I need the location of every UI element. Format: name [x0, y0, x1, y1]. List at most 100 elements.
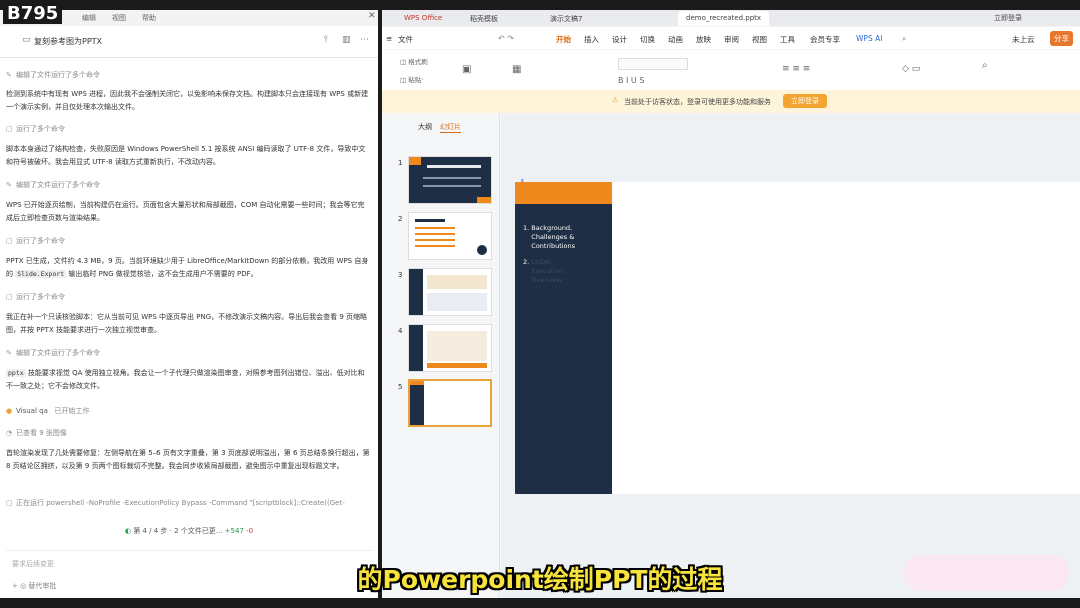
running-command[interactable]: ▢ 正在运行 powershell -NoProfile -ExecutionPo…: [6, 498, 360, 508]
activity-meta[interactable]: ✎ 编辑了文件运行了多个命令: [6, 70, 100, 80]
slide-thumb-2[interactable]: [408, 212, 492, 260]
ribbon-tabs: ≡ 文件 ↶ ↷ 开始 插入 设计 切换 动画 放映 审阅 视图 工具 会员专享…: [382, 27, 1080, 49]
ribbon-tab-home[interactable]: 开始: [556, 34, 571, 45]
ribbon-tab-review[interactable]: 审阅: [724, 34, 739, 45]
message-text: PPTX 已生成，文件约 4.3 MB，9 页。当前环境缺少用于 LibreOf…: [6, 257, 369, 278]
slide-number: 4: [398, 327, 403, 335]
ribbon-tab-tools[interactable]: 工具: [780, 34, 795, 45]
close-icon[interactable]: ✕: [368, 11, 376, 21]
slides-tab[interactable]: 幻灯片: [440, 122, 461, 133]
activity-meta[interactable]: ▢ 运行了多个命令: [6, 124, 65, 134]
activity-meta[interactable]: ▢ 运行了多个命令: [6, 292, 65, 302]
image-icon: ◔: [6, 429, 13, 437]
menu-view[interactable]: 视图: [112, 13, 126, 23]
slide-orange-band: [515, 182, 612, 204]
slide-number: 1: [398, 159, 403, 167]
pin-icon[interactable]: ⫯: [324, 35, 328, 45]
activity-meta[interactable]: ▢ 运行了多个命令: [6, 236, 65, 246]
video-id-badge: B795: [3, 3, 63, 24]
font-style-buttons[interactable]: B I U S: [618, 76, 644, 85]
agent-chat-panel: 编辑 视图 帮助 ✕ ▭ 复刻参考图为PPTX ⫯ ▥ ⋯ ✎ 编辑了文件运行了多…: [0, 10, 378, 598]
lines-added: +547: [224, 527, 244, 535]
ribbon-tab-view[interactable]: 视图: [752, 34, 767, 45]
paragraph-icons[interactable]: ≡ ≡ ≡: [782, 64, 810, 74]
menu-help[interactable]: 帮助: [142, 13, 156, 23]
login-link[interactable]: 立即登录: [994, 13, 1022, 23]
message-text: 脚本本身通过了结构检查，失败原因是 Windows PowerShell 5.1…: [6, 145, 366, 166]
tab-demo-recreated[interactable]: demo_recreated.pptx: [678, 11, 770, 26]
find-icon[interactable]: ⌕: [982, 60, 988, 71]
cloud-status[interactable]: 未上云: [1012, 34, 1035, 45]
message-text: 检测到系统中有现有 WPS 进程，因此我不会强制关闭它，以免影响未保存文档。构建…: [6, 90, 369, 111]
layout-icon[interactable]: ▦: [512, 64, 521, 75]
format-painter-button[interactable]: ◫ 格式刷: [400, 56, 428, 66]
message-log: ✎ 编辑了文件运行了多个命令 检测到系统中有现有 WPS 进程，因此我不会强制关闭…: [0, 62, 378, 512]
progress-bar[interactable]: ◐ 第 4 / 4 步 · 2 个文件已更... +547 -0: [0, 526, 378, 536]
tab-presentation7[interactable]: 演示文稿7: [542, 11, 590, 26]
notice-login-button[interactable]: 立即登录: [783, 94, 827, 108]
slide-number: 2: [398, 215, 403, 223]
slide-thumb-1[interactable]: [408, 156, 492, 204]
slide-thumb-5[interactable]: [408, 379, 492, 427]
slide-thumb-3[interactable]: [408, 268, 492, 316]
slide-thumb-4[interactable]: [408, 324, 492, 372]
outline-tab[interactable]: 大纲: [418, 122, 432, 132]
current-slide[interactable]: 1. Background, Challenges & Contribution…: [515, 182, 1080, 494]
ribbon-tab-animation[interactable]: 动画: [668, 34, 683, 45]
ribbon-tab-slideshow[interactable]: 放映: [696, 34, 711, 45]
slide-sidebar: 1. Background, Challenges & Contribution…: [515, 182, 612, 494]
guest-notice-bar: ⚠ 当前处于访客状态，登录可使用更多功能和服务 立即登录: [382, 90, 1080, 113]
paste-button[interactable]: ◫ 粘贴·: [400, 74, 423, 84]
ribbon-tab-file[interactable]: 文件: [398, 34, 413, 45]
edit-icon: ✎: [6, 181, 12, 189]
menu-edit[interactable]: 编辑: [82, 13, 96, 23]
terminal-icon: ▢: [6, 125, 13, 133]
code-span: Slide.Export: [15, 270, 67, 278]
split-icon[interactable]: ▥: [342, 35, 351, 45]
message-text: pptx 技能要求视觉 QA 使用独立视角。我会让一个子代理只做渲染图审查，对照…: [6, 369, 365, 390]
tab-wps-office[interactable]: WPS Office: [396, 11, 450, 26]
progress-step: 第 4 / 4 步: [133, 527, 168, 535]
wps-window: WPS Office 稻壳模板 演示文稿7 demo_recreated.ppt…: [382, 10, 1080, 598]
tab-docer[interactable]: 稻壳模板: [462, 11, 506, 26]
terminal-icon: ▢: [6, 237, 13, 245]
ribbon-tab-member[interactable]: 会员专享: [810, 34, 840, 45]
activity-meta[interactable]: ◔ 已查看 9 张图像: [6, 428, 67, 438]
terminal-icon: ▢: [6, 499, 13, 507]
message-text: 我正在补一个只读核验脚本：它从当前可见 WPS 中逐页导出 PNG，不修改演示文…: [6, 313, 368, 334]
menu-icon[interactable]: ≡: [386, 34, 392, 43]
subagent-status[interactable]: ● Visual qa 已开始工作: [6, 406, 90, 416]
search-icon[interactable]: ⌕: [902, 34, 906, 44]
activity-meta[interactable]: ✎ 编辑了文件运行了多个命令: [6, 348, 100, 358]
screen: { "badge": "B795", "subtitle": "的Powerpo…: [0, 0, 1080, 608]
activity-meta[interactable]: ✎ 编辑了文件运行了多个命令: [6, 180, 100, 190]
progress-files: 2 个文件已更...: [174, 527, 223, 535]
shape-icon[interactable]: ◇ ▭: [902, 64, 920, 74]
folder-icon: ▭: [22, 35, 31, 45]
ribbon-tab-insert[interactable]: 插入: [584, 34, 599, 45]
slide-nav-item-1[interactable]: 1. Background, Challenges & Contribution…: [523, 224, 593, 251]
ribbon-tab-design[interactable]: 设计: [612, 34, 627, 45]
message-text: WPS 已开始逐页绘制，当前构建仍在运行。页面包含大量形状和局部截图，COM 自…: [6, 201, 365, 222]
undo-icon[interactable]: ↶ ↷: [498, 34, 514, 43]
document-tabbar: WPS Office 稻壳模板 演示文稿7 demo_recreated.ppt…: [382, 10, 1080, 26]
video-subtitle: 的Powerpoint绘制PPT的过程: [357, 565, 723, 594]
terminal-icon: ▢: [6, 293, 13, 301]
warning-icon: ⚠: [612, 96, 619, 104]
font-family-select[interactable]: [618, 58, 688, 70]
lines-removed: -0: [246, 527, 254, 535]
ribbon-tab-transition[interactable]: 切换: [640, 34, 655, 45]
share-button[interactable]: 分享: [1050, 31, 1073, 46]
agent-icon: ●: [6, 407, 13, 415]
ribbon-tab-wps-ai[interactable]: WPS AI: [856, 34, 882, 43]
slide-nav-item-2[interactable]: 2. CUDA... Execution... Overview: [523, 258, 593, 285]
new-slide-icon[interactable]: ▣: [462, 64, 471, 75]
spinner-icon: ◐: [124, 527, 131, 535]
notice-message: 当前处于访客状态，登录可使用更多功能和服务: [624, 98, 771, 106]
message-text: 首轮渲染发现了几处需要修复：左侧导航在第 5–6 页有文字重叠，第 3 页底部说…: [6, 449, 370, 470]
slide-number: 3: [398, 271, 403, 279]
slide-number: 5: [398, 383, 403, 391]
more-icon[interactable]: ⋯: [360, 35, 369, 45]
code-span: pptx: [6, 369, 26, 377]
slide-thumbnail-pane: 大纲 幻灯片 1 2 3 4 5: [382, 113, 500, 598]
